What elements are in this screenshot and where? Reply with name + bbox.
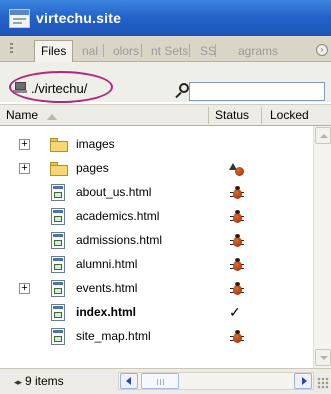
- files-panel-window: virtechu.site Files nal olors nt Sets SS…: [0, 0, 331, 394]
- tab-font-sets[interactable]: nt Sets: [151, 41, 188, 62]
- search-input[interactable]: [189, 82, 325, 101]
- list-item[interactable]: + pages: [0, 157, 313, 181]
- expand-collapse-icon[interactable]: ◂▸: [14, 377, 22, 388]
- bug-icon: [230, 210, 244, 224]
- html-file-icon: [51, 280, 65, 297]
- bug-icon: [230, 234, 244, 248]
- column-header: Name Status Locked: [0, 104, 331, 126]
- panel-tabs: Files nal olors nt Sets SS agrams ›: [0, 36, 331, 62]
- tab-local[interactable]: nal: [82, 41, 98, 62]
- file-name: pages: [76, 161, 109, 175]
- site-window-icon: [9, 8, 30, 28]
- file-name: admissions.html: [76, 233, 163, 247]
- tab-divider: [215, 44, 216, 57]
- column-divider[interactable]: [261, 107, 262, 124]
- scroll-down-button[interactable]: [315, 349, 331, 366]
- horizontal-scrollbar[interactable]: [118, 372, 314, 390]
- list-item[interactable]: about_us.html: [0, 181, 313, 205]
- column-divider[interactable]: [208, 107, 209, 124]
- tab-css[interactable]: SS: [200, 41, 216, 62]
- check-icon: ✓: [229, 304, 241, 320]
- scroll-right-button[interactable]: [294, 373, 312, 389]
- file-name: index.html: [76, 305, 137, 319]
- scroll-thumb[interactable]: [141, 373, 179, 389]
- list-item[interactable]: site_map.html: [0, 325, 313, 349]
- window-title: virtechu.site: [36, 10, 122, 26]
- status-bar: ◂▸ 9 items: [0, 368, 331, 394]
- list-item[interactable]: + events.html: [0, 277, 313, 301]
- file-name: about_us.html: [76, 185, 152, 199]
- highlight-oval: [9, 71, 113, 103]
- folder-icon: [50, 138, 68, 152]
- tab-divider: [103, 44, 104, 57]
- tab-diagrams[interactable]: agrams: [238, 41, 278, 62]
- resize-grip-icon[interactable]: [317, 377, 329, 389]
- vertical-scrollbar[interactable]: [313, 126, 331, 368]
- file-name: images: [76, 137, 115, 151]
- list-item[interactable]: academics.html: [0, 205, 313, 229]
- file-list: + images + pages about_us.html academics…: [0, 127, 313, 367]
- column-locked[interactable]: Locked: [270, 108, 309, 122]
- file-name: alumni.html: [76, 257, 138, 271]
- column-status[interactable]: Status: [215, 108, 249, 122]
- bug-icon: [230, 330, 244, 344]
- html-file-icon: [51, 184, 65, 201]
- list-item[interactable]: admissions.html: [0, 229, 313, 253]
- bug-icon: [230, 258, 244, 272]
- expand-icon[interactable]: +: [19, 283, 30, 294]
- html-file-icon: [51, 232, 65, 249]
- scroll-left-button[interactable]: [120, 373, 138, 389]
- expand-icon[interactable]: +: [19, 139, 30, 150]
- html-file-icon: [51, 304, 65, 321]
- html-file-icon: [51, 208, 65, 225]
- expand-icon[interactable]: +: [19, 163, 30, 174]
- panel-grip-icon[interactable]: [10, 43, 13, 55]
- file-name: events.html: [76, 281, 138, 295]
- tab-divider: [141, 44, 142, 57]
- title-bar[interactable]: virtechu.site: [0, 0, 331, 36]
- file-name: academics.html: [76, 209, 160, 223]
- scroll-up-button[interactable]: [315, 127, 331, 144]
- tab-files[interactable]: Files: [34, 40, 74, 62]
- list-item[interactable]: index.html ✓: [0, 301, 313, 325]
- site-toolbar: ./virtechu/: [0, 62, 331, 103]
- item-count: 9 items: [25, 374, 64, 388]
- html-file-icon: [51, 256, 65, 273]
- file-name: site_map.html: [76, 329, 151, 343]
- html-file-icon: [51, 328, 65, 345]
- folder-icon: [50, 162, 68, 176]
- bug-icon: [230, 282, 244, 296]
- list-item[interactable]: + images: [0, 133, 313, 157]
- list-item[interactable]: alumni.html: [0, 253, 313, 277]
- bug-with-arrow-icon: [228, 161, 246, 177]
- tab-divider: [189, 44, 190, 57]
- tab-colors[interactable]: olors: [113, 41, 139, 62]
- bug-icon: [230, 186, 244, 200]
- column-name[interactable]: Name: [6, 108, 38, 122]
- tabs-overflow-icon[interactable]: ›: [316, 44, 328, 56]
- sort-ascending-icon: [47, 114, 57, 120]
